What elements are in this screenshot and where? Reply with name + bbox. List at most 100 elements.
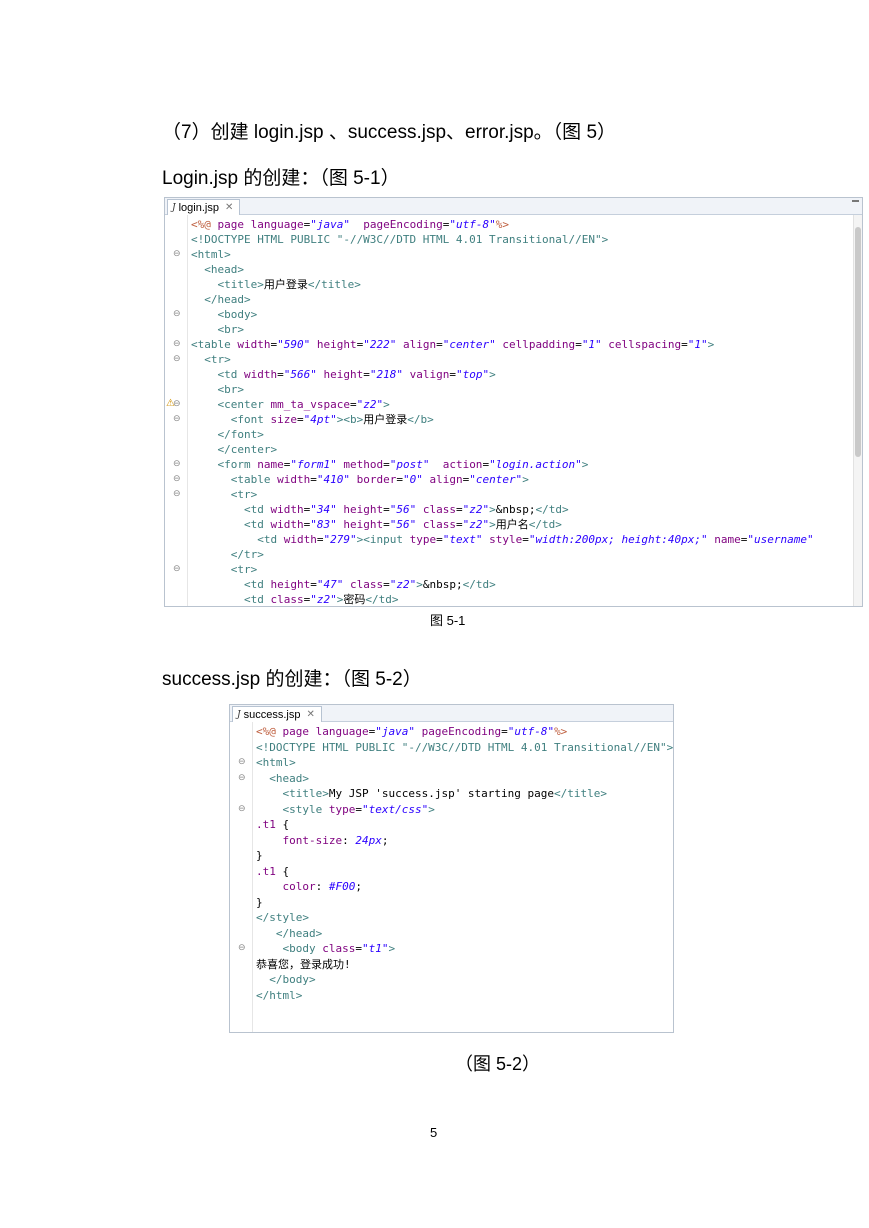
fold-icon[interactable]: ⊖ bbox=[173, 250, 182, 259]
code-line: font-size: 24px; bbox=[256, 833, 388, 848]
code-token: </title> bbox=[307, 278, 361, 291]
code-token: "279" bbox=[323, 533, 357, 546]
fold-icon[interactable]: ⊖ bbox=[173, 475, 182, 484]
code-line: <table width="410" border="0" align="cen… bbox=[191, 472, 529, 487]
code-token: style bbox=[482, 533, 523, 546]
code-token: <title> bbox=[256, 787, 329, 800]
code-line: <tr> bbox=[191, 487, 258, 502]
code-line: <html> bbox=[256, 755, 296, 770]
fold-icon[interactable]: ⊖ bbox=[173, 415, 182, 424]
code-token: "0" bbox=[402, 473, 423, 486]
fold-icon[interactable]: ⊖ bbox=[238, 944, 247, 953]
code-token: </title> bbox=[554, 787, 608, 800]
code-token: > bbox=[522, 473, 529, 486]
code-token: class bbox=[416, 518, 456, 531]
success-jsp-editor[interactable]: J success.jsp ✕ ⊖ ⊖ ⊖ ⊖ <%@ page language="… bbox=[229, 704, 674, 1033]
code-token: <br> bbox=[191, 323, 244, 336]
code-token: </td> bbox=[535, 503, 569, 516]
warning-icon[interactable]: ⚠ bbox=[166, 399, 175, 409]
gutter-divider bbox=[187, 215, 188, 606]
code-token: </td> bbox=[528, 518, 562, 531]
fold-icon[interactable]: ⊖ bbox=[238, 804, 247, 814]
code-token: page bbox=[210, 218, 251, 231]
scroll-thumb[interactable] bbox=[855, 227, 861, 457]
code-token: = bbox=[455, 518, 463, 531]
code-token: cellspacing bbox=[601, 338, 682, 351]
code-token: "566" bbox=[283, 368, 317, 381]
code-token: = bbox=[383, 518, 390, 531]
code-token: <html> bbox=[256, 756, 296, 769]
fold-icon[interactable]: ⊖ bbox=[173, 565, 182, 574]
code-token: <td bbox=[191, 593, 271, 606]
code-token: </head> bbox=[191, 293, 251, 306]
code-line: 恭喜您，登录成功! bbox=[256, 957, 351, 972]
fold-icon[interactable]: ⊖ bbox=[173, 355, 182, 364]
code-token: <head> bbox=[256, 771, 309, 785]
code-token: > bbox=[581, 458, 589, 471]
code-line: <td class="z2">密码</td> bbox=[191, 592, 399, 606]
code-token: = bbox=[310, 578, 317, 591]
code-token: </style> bbox=[256, 911, 309, 924]
fold-icon[interactable]: ⊖ bbox=[173, 490, 182, 499]
success-jsp-tab[interactable]: J success.jsp ✕ bbox=[232, 706, 322, 722]
code-token: </b> bbox=[407, 413, 434, 426]
code-token: name bbox=[707, 533, 741, 546]
code-token: = bbox=[383, 458, 390, 471]
code-token: font-size bbox=[256, 833, 343, 847]
editor-tab-bar: J login.jsp ✕ bbox=[165, 198, 862, 215]
login-jsp-tab[interactable]: J login.jsp ✕ bbox=[167, 199, 241, 215]
code-line: <html> bbox=[191, 247, 231, 262]
code-line: <form name="form1" method="post" action=… bbox=[191, 457, 588, 472]
fold-icon[interactable]: ⊖ bbox=[173, 460, 182, 469]
code-token: "login.action" bbox=[489, 458, 582, 471]
code-token: = bbox=[277, 368, 284, 381]
code-token: <%@ bbox=[191, 218, 211, 231]
jsp-file-icon: J bbox=[172, 202, 176, 213]
code-token: <body bbox=[256, 942, 323, 955]
code-area[interactable]: <%@ page language="java" pageEncoding="u… bbox=[191, 215, 852, 606]
code-token: <center bbox=[191, 398, 271, 411]
code-line: <body> bbox=[191, 307, 257, 322]
code-line: .t1 { bbox=[256, 864, 289, 879]
code-token: width bbox=[270, 503, 304, 516]
code-token: width bbox=[283, 533, 317, 546]
code-line: <br> bbox=[191, 382, 244, 397]
fold-icon[interactable]: ⊖ bbox=[173, 340, 182, 349]
vertical-scrollbar[interactable] bbox=[853, 215, 862, 606]
code-token: </td> bbox=[462, 578, 496, 591]
code-token: width bbox=[277, 473, 311, 486]
code-token: "z2" bbox=[462, 503, 490, 516]
code-token: ; bbox=[355, 880, 362, 893]
code-token: class bbox=[270, 593, 304, 606]
fold-icon[interactable]: ⊖ bbox=[238, 758, 247, 767]
code-token: = bbox=[383, 503, 390, 516]
code-token: <title> bbox=[191, 278, 264, 291]
close-icon[interactable]: ✕ bbox=[225, 201, 233, 215]
code-token: <tr> bbox=[191, 563, 258, 576]
code-token: </body> bbox=[256, 973, 316, 986]
login-jsp-editor[interactable]: J login.jsp ✕ ⊖ ⊖ ⊖ ⊖ ⊖ ⊖ ⊖ ⊖ ⊖ ⊖ ⚠ <%@ page langu… bbox=[164, 197, 863, 607]
code-token: <head> bbox=[191, 263, 244, 276]
code-token: <%@ bbox=[256, 725, 276, 738]
code-token: 24px bbox=[355, 833, 382, 847]
code-token: "form1" bbox=[290, 458, 337, 471]
code-line: } bbox=[256, 848, 263, 863]
code-token: "222" bbox=[363, 338, 397, 351]
code-token: ><b> bbox=[336, 413, 364, 426]
code-token: <body> bbox=[191, 308, 258, 321]
code-area[interactable]: <%@ page language="java" pageEncoding="u… bbox=[256, 722, 673, 1032]
code-token: > bbox=[416, 578, 423, 591]
code-token: <table bbox=[191, 473, 278, 486]
code-token: height bbox=[336, 503, 384, 516]
minimize-icon[interactable] bbox=[852, 200, 859, 202]
close-icon[interactable]: ✕ bbox=[306, 708, 314, 722]
code-token: "z2" bbox=[356, 398, 384, 411]
code-token: = bbox=[455, 503, 463, 516]
code-line: <!DOCTYPE HTML PUBLIC "-//W3C//DTD HTML … bbox=[191, 232, 608, 247]
figure-caption-5-2: （图 5-2） bbox=[455, 1054, 541, 1074]
fold-icon[interactable]: ⊖ bbox=[173, 310, 182, 319]
fold-icon[interactable]: ⊖ bbox=[238, 773, 247, 783]
code-token: mm_ta_vspace bbox=[270, 398, 350, 411]
code-token: &nbsp; bbox=[422, 578, 463, 591]
